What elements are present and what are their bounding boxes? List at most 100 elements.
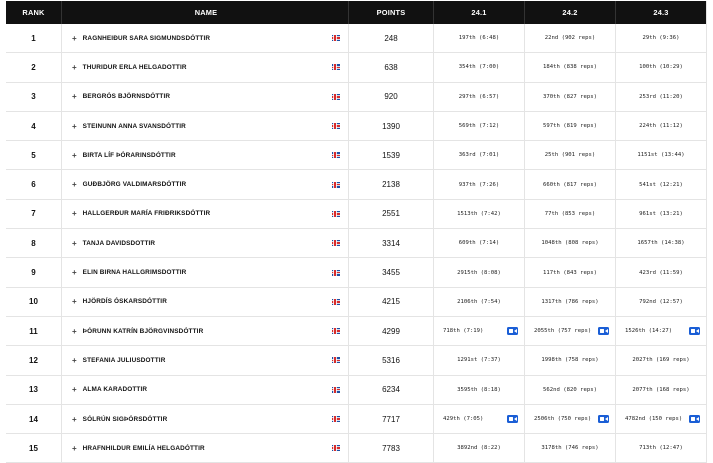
table-row[interactable]: 5 + BIRTA LÍF ÞÓRARINSDÓTTIR 1539 363rd (7:0… <box>6 141 707 171</box>
name-cell: + HJÖRDÍS ÓSKARSDÓTTIR <box>62 287 349 316</box>
video-icon[interactable] <box>689 327 700 336</box>
athlete-name[interactable]: HALLGERÐUR MARÍA FRIÐRIKSDÓTTIR <box>83 210 211 217</box>
event-2-cell: 3178th (746 reps) <box>525 434 616 463</box>
athlete-name-group[interactable]: + HJÖRDÍS ÓSKARSDÓTTIR <box>72 297 167 306</box>
athlete-name-group[interactable]: + ÞÓRUNN KATRÍN BJÖRGVINSDÓTTIR <box>72 327 203 336</box>
event-3-result: 1657th (14:38) <box>637 240 685 247</box>
event-1-cell: 2915th (8:08) <box>434 258 525 287</box>
plus-icon[interactable]: + <box>72 34 77 43</box>
plus-icon[interactable]: + <box>72 356 77 365</box>
athlete-name[interactable]: HRAFNHILDUR EMILÍA HELGADÓTTIR <box>83 445 205 452</box>
table-row[interactable]: 3 + BERGRÓS BJÖRNSDÓTTIR 920 297th (6:57) 370… <box>6 82 707 112</box>
athlete-name[interactable]: GUÐBJÖRG VALDIMARSDÓTTIR <box>83 181 187 188</box>
athlete-name-group[interactable]: + STEFANIA JULIUSDOTTIR <box>72 356 165 365</box>
event-2-cell: 25th (901 reps) <box>525 141 616 170</box>
event-1-result: 1513th (7:42) <box>457 210 501 217</box>
athlete-name-group[interactable]: + STEINUNN ANNA SVANSDÓTTIR <box>72 122 186 131</box>
athlete-name-group[interactable]: + TANJA DAVIDSDOTTIR <box>72 239 155 248</box>
athlete-name[interactable]: HJÖRDÍS ÓSKARSDÓTTIR <box>83 298 167 305</box>
plus-icon[interactable]: + <box>72 239 77 248</box>
col-event-3-header[interactable]: 24.3 <box>616 1 707 24</box>
event-1-cell: 354th (7:00) <box>434 53 525 82</box>
table-row[interactable]: 9 + ELIN BIRNA HALLGRIMSDOTTIR 3455 2915th (… <box>6 258 707 288</box>
athlete-name[interactable]: THURIDUR ERLA HELGADOTTIR <box>83 64 187 71</box>
table-row[interactable]: 10 + HJÖRDÍS ÓSKARSDÓTTIR 4215 2106th (7:54)… <box>6 287 707 317</box>
table-row[interactable]: 8 + TANJA DAVIDSDOTTIR 3314 609th (7:14) 1048… <box>6 229 707 259</box>
video-icon[interactable] <box>507 327 518 336</box>
plus-icon[interactable]: + <box>72 151 77 160</box>
athlete-name[interactable]: STEFANIA JULIUSDOTTIR <box>83 357 166 364</box>
athlete-name-group[interactable]: + ELIN BIRNA HALLGRIMSDOTTIR <box>72 268 186 277</box>
athlete-name[interactable]: SÓLRÚN SIGÞÓRSDÓTTIR <box>83 416 168 423</box>
plus-icon[interactable]: + <box>72 63 77 72</box>
athlete-name-group[interactable]: + GUÐBJÖRG VALDIMARSDÓTTIR <box>72 180 186 189</box>
event-1-result: 2106th (7:54) <box>457 298 501 305</box>
name-cell: + STEINUNN ANNA SVANSDÓTTIR <box>62 111 349 141</box>
video-icon[interactable] <box>598 327 609 336</box>
athlete-name-group[interactable]: + HRAFNHILDUR EMILÍA HELGADÓTTIR <box>72 444 205 453</box>
event-2-cell: 22nd (902 reps) <box>525 24 616 53</box>
table-row[interactable]: 13 + ALMA KARADOTTIR 6234 3595th (8:18) 562nd… <box>6 375 707 405</box>
event-3-cell: 2027th (169 reps) <box>616 346 707 375</box>
event-2-cell: 2055th (757 reps) <box>525 316 616 346</box>
athlete-name[interactable]: ALMA KARADOTTIR <box>83 386 148 393</box>
col-event-2-header[interactable]: 24.2 <box>525 1 616 24</box>
name-cell: + ALMA KARADOTTIR <box>62 375 349 404</box>
athlete-name-group[interactable]: + BIRTA LÍF ÞÓRARINSDÓTTIR <box>72 151 176 160</box>
col-event-1-header[interactable]: 24.1 <box>434 1 525 24</box>
plus-icon[interactable]: + <box>72 122 77 131</box>
event-2-result: 25th (901 reps) <box>544 152 596 159</box>
event-3-cell: 1526th (14:27) <box>616 316 707 346</box>
event-3-cell: 541st (12:21) <box>616 170 707 199</box>
plus-icon[interactable]: + <box>72 268 77 277</box>
athlete-name-group[interactable]: + ALMA KARADOTTIR <box>72 385 147 394</box>
event-2-cell: 597th (819 reps) <box>525 111 616 141</box>
table-row[interactable]: 11 + ÞÓRUNN KATRÍN BJÖRGVINSDÓTTIR 4299 718t… <box>6 316 707 347</box>
rank-cell: 14 <box>6 404 62 434</box>
table-row[interactable]: 1 + RAGNHEIÐUR SARA SIGMUNDSDÓTTIR 248 197th… <box>6 24 707 54</box>
col-rank-header[interactable]: RANK <box>6 1 62 24</box>
athlete-name[interactable]: BERGRÓS BJÖRNSDÓTTIR <box>83 93 171 100</box>
event-3-result: 541st (12:21) <box>639 181 683 188</box>
table-row[interactable]: 7 + HALLGERÐUR MARÍA FRIÐRIKSDÓTTIR 2551 151… <box>6 199 707 230</box>
table-row[interactable]: 15 + HRAFNHILDUR EMILÍA HELGADÓTTIR 7783 389… <box>6 434 707 463</box>
points-cell: 248 <box>349 24 434 53</box>
event-1-cell: 2106th (7:54) <box>434 287 525 316</box>
athlete-name-group[interactable]: + THURIDUR ERLA HELGADOTTIR <box>72 63 187 72</box>
plus-icon[interactable]: + <box>72 444 77 453</box>
event-3-result: 2077th (168 reps) <box>632 386 690 393</box>
table-row[interactable]: 6 + GUÐBJÖRG VALDIMARSDÓTTIR 2138 937th (7:2… <box>6 170 707 200</box>
video-icon[interactable] <box>598 415 609 423</box>
leaderboard-table: RANK NAME POINTS 24.1 24.2 24.3 1 + RAGNHE… <box>6 1 707 463</box>
plus-icon[interactable]: + <box>72 415 77 424</box>
plus-icon[interactable]: + <box>72 180 77 189</box>
athlete-name[interactable]: ÞÓRUNN KATRÍN BJÖRGVINSDÓTTIR <box>83 328 204 335</box>
athlete-name[interactable]: TANJA DAVIDSDOTTIR <box>83 240 156 247</box>
plus-icon[interactable]: + <box>72 297 77 306</box>
athlete-name-group[interactable]: + SÓLRÚN SIGÞÓRSDÓTTIR <box>72 415 167 424</box>
athlete-name[interactable]: BIRTA LÍF ÞÓRARINSDÓTTIR <box>83 152 176 159</box>
plus-icon[interactable]: + <box>72 327 77 336</box>
athlete-name[interactable]: RAGNHEIÐUR SARA SIGMUNDSDÓTTIR <box>83 35 210 42</box>
athlete-name-group[interactable]: + RAGNHEIÐUR SARA SIGMUNDSDÓTTIR <box>72 34 210 43</box>
event-2-result: 1048th (808 reps) <box>541 240 599 247</box>
col-name-header[interactable]: NAME <box>62 1 349 24</box>
table-row[interactable]: 14 + SÓLRÚN SIGÞÓRSDÓTTIR 7717 429th (7:05) 2… <box>6 404 707 435</box>
table-row[interactable]: 2 + THURIDUR ERLA HELGADOTTIR 638 354th (7:0… <box>6 53 707 83</box>
athlete-name-group[interactable]: + BERGRÓS BJÖRNSDÓTTIR <box>72 92 170 101</box>
event-3-result: 713th (12:47) <box>639 445 683 452</box>
athlete-name-group[interactable]: + HALLGERÐUR MARÍA FRIÐRIKSDÓTTIR <box>72 209 210 218</box>
rank-cell: 8 <box>6 229 62 258</box>
athlete-name[interactable]: ELIN BIRNA HALLGRIMSDOTTIR <box>83 269 187 276</box>
plus-icon[interactable]: + <box>72 92 77 101</box>
video-icon[interactable] <box>689 415 700 423</box>
table-row[interactable]: 4 + STEINUNN ANNA SVANSDÓTTIR 1390 569th (7:… <box>6 111 707 142</box>
plus-icon[interactable]: + <box>72 385 77 394</box>
points-cell: 1390 <box>349 111 434 141</box>
video-icon[interactable] <box>507 415 518 423</box>
event-1-cell: 197th (6:48) <box>434 24 525 53</box>
athlete-name[interactable]: STEINUNN ANNA SVANSDÓTTIR <box>83 123 186 130</box>
plus-icon[interactable]: + <box>72 209 77 218</box>
col-points-header[interactable]: POINTS <box>349 1 434 24</box>
table-row[interactable]: 12 + STEFANIA JULIUSDOTTIR 5316 1291st (7:37… <box>6 346 707 376</box>
